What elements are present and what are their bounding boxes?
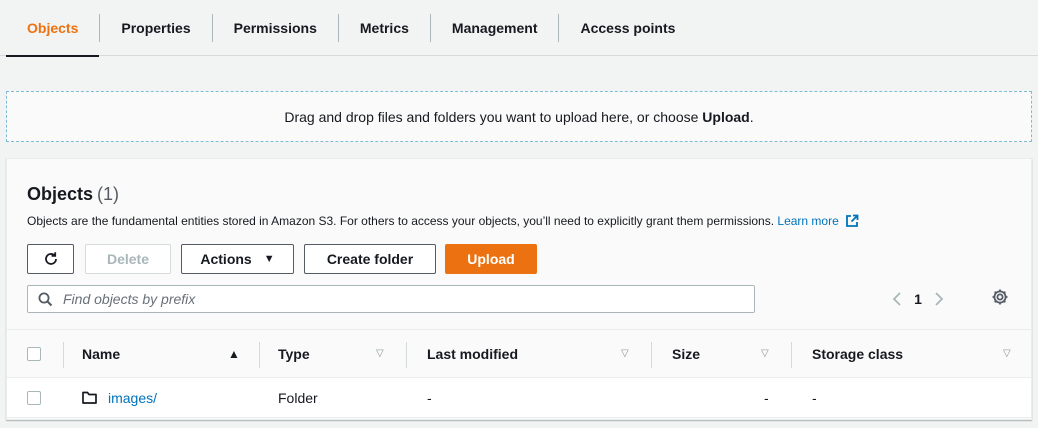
dropzone-text: Drag and drop files and folders you want… — [284, 108, 703, 125]
column-header-last-modified[interactable]: Last modified — [427, 330, 518, 377]
refresh-icon — [43, 251, 59, 267]
current-page[interactable]: 1 — [907, 291, 929, 307]
dropzone-upload-label: Upload — [702, 108, 750, 125]
object-name-link[interactable]: images/ — [108, 390, 157, 406]
objects-panel: Objects (1) Objects are the fundamental e… — [6, 158, 1032, 420]
name-cell: images/ — [82, 378, 157, 417]
column-divider — [651, 342, 652, 368]
actions-dropdown-button[interactable]: Actions ▼ — [181, 244, 294, 274]
table-row: images/ Folder - - - — [7, 378, 1031, 418]
select-all-checkbox[interactable] — [27, 346, 41, 361]
tab-permissions[interactable]: Permissions — [213, 0, 338, 56]
row-checkbox[interactable] — [27, 390, 41, 405]
gear-icon[interactable] — [991, 288, 1009, 311]
upload-button[interactable]: Upload — [445, 244, 537, 274]
sort-down-icon[interactable]: ▽ — [376, 330, 384, 377]
folder-icon — [82, 391, 97, 404]
table-header: Name ▲ Type ▽ Last modified ▽ Size ▽ Sto… — [7, 329, 1031, 378]
tab-metrics[interactable]: Metrics — [339, 0, 430, 56]
column-header-name[interactable]: Name — [82, 330, 120, 377]
column-header-storage-class[interactable]: Storage class — [812, 330, 903, 377]
column-divider — [259, 342, 260, 368]
size-cell: - — [764, 389, 769, 406]
tab-management[interactable]: Management — [431, 0, 559, 56]
type-cell: Folder — [278, 389, 318, 406]
learn-more-link[interactable]: Learn more — [777, 214, 838, 228]
tab-bar: Objects Properties Permissions Metrics M… — [0, 0, 1038, 57]
objects-table: Name ▲ Type ▽ Last modified ▽ Size ▽ Sto… — [7, 329, 1031, 418]
column-divider — [406, 342, 407, 368]
external-link-icon[interactable] — [845, 214, 859, 231]
search-box — [27, 285, 755, 313]
objects-title-text: Objects — [27, 184, 94, 204]
objects-title: Objects (1) — [27, 184, 119, 205]
create-folder-button[interactable]: Create folder — [304, 244, 436, 274]
sort-up-icon[interactable]: ▲ — [228, 330, 240, 377]
actions-label: Actions — [200, 251, 252, 267]
chevron-right-icon[interactable] — [929, 292, 949, 306]
sort-down-icon[interactable]: ▽ — [621, 330, 629, 377]
search-icon — [38, 292, 53, 307]
search-input[interactable] — [63, 291, 723, 307]
delete-button[interactable]: Delete — [85, 244, 171, 274]
last-modified-cell: - — [427, 389, 432, 406]
objects-count: (1) — [97, 184, 120, 204]
storage-class-cell: - — [812, 389, 817, 406]
select-all-cell — [27, 330, 41, 377]
upload-dropzone[interactable]: Drag and drop files and folders you want… — [6, 91, 1032, 142]
row-select-cell — [27, 378, 41, 417]
chevron-left-icon[interactable] — [887, 292, 907, 306]
tab-objects[interactable]: Objects — [6, 0, 100, 57]
tab-properties[interactable]: Properties — [100, 0, 211, 56]
sort-down-icon[interactable]: ▽ — [1003, 330, 1011, 377]
caret-down-icon: ▼ — [263, 253, 275, 265]
tab-access-points[interactable]: Access points — [559, 0, 696, 56]
refresh-button[interactable] — [27, 244, 74, 274]
pagination: 1 — [887, 287, 949, 311]
column-divider — [63, 342, 64, 368]
objects-description: Objects are the fundamental entities sto… — [27, 214, 859, 231]
sort-down-icon[interactable]: ▽ — [761, 330, 769, 377]
column-header-type[interactable]: Type — [278, 330, 310, 377]
column-divider — [791, 342, 792, 368]
dropzone-suffix: . — [749, 108, 754, 125]
column-header-size[interactable]: Size — [672, 330, 700, 377]
objects-description-text: Objects are the fundamental entities sto… — [27, 214, 775, 228]
